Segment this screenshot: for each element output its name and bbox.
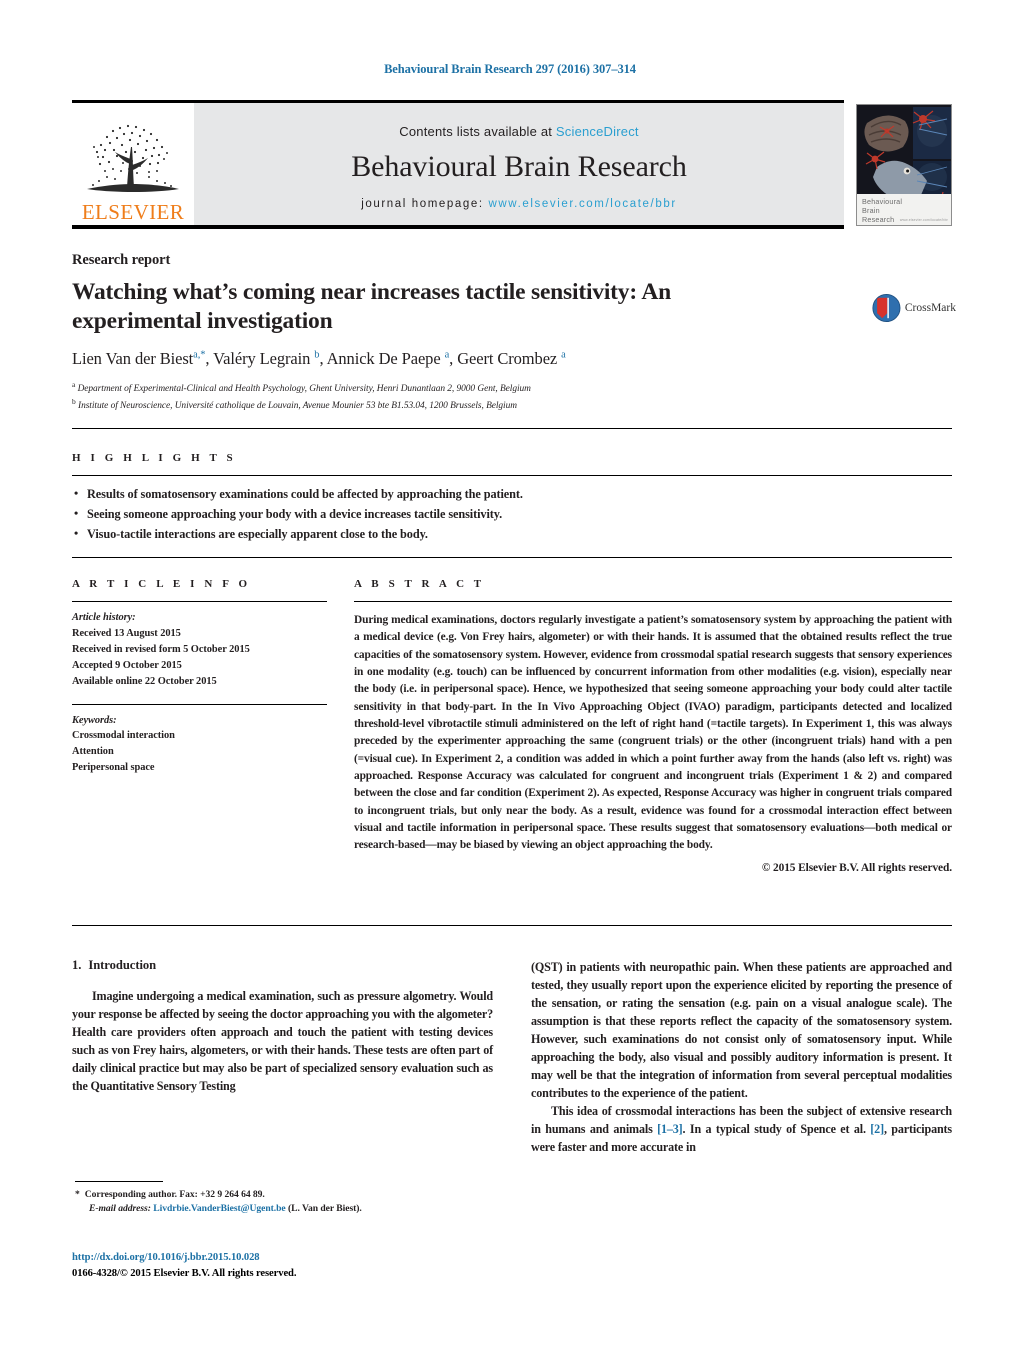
intro-left-text: Imagine undergoing a medical examination… (72, 987, 493, 1095)
article-info-label: A R T I C L E I N F O (72, 578, 251, 590)
highlights-section: H I G H L I G H T S Results of somatosen… (72, 452, 952, 545)
email-label: E-mail address: (89, 1203, 151, 1215)
article-header: Research report Watching what’s coming n… (72, 252, 952, 413)
keyword-item: Crossmodal interaction (72, 730, 175, 742)
email-line: E-mail address: Livdrbie.VanderBiest@Uge… (75, 1202, 505, 1216)
section-number: 1. (72, 958, 82, 972)
keyword-item: Attention (72, 746, 114, 758)
masthead-bottom-rule (72, 224, 844, 229)
keywords-label: Keywords: (72, 714, 117, 726)
elsevier-logo: ELSEVIER (72, 102, 194, 225)
masthead-center: Contents lists available at ScienceDirec… (194, 102, 844, 225)
article-type-kicker: Research report (72, 252, 171, 268)
article-info-rule (72, 601, 327, 602)
highlights-list: Results of somatosensory examinations co… (72, 484, 952, 545)
header-divider-rule (72, 428, 952, 429)
issn-copyright-line: 0166-4328/© 2015 Elsevier B.V. All right… (72, 1267, 297, 1279)
doi-link[interactable]: http://dx.doi.org/10.1016/j.bbr.2015.10.… (72, 1250, 532, 1266)
keywords-rule (72, 703, 327, 705)
paper-page: Behavioural Brain Research 297 (2016) 30… (0, 0, 1020, 1351)
corresponding-author-text: Corresponding author. Fax: +32 9 264 64 … (84, 1189, 265, 1200)
keywords-block: Keywords: Crossmodal interaction Attenti… (72, 713, 327, 777)
list-item: Visuo-tactile interactions are especiall… (72, 524, 952, 545)
body-column-left: 1. Introduction Imagine undergoing a medi… (72, 958, 493, 1156)
journal-title: Behavioural Brain Research (351, 149, 687, 183)
list-item: Seeing someone approaching your body wit… (72, 504, 952, 525)
cover-title-line2: Brain (862, 206, 880, 216)
email-suffix: (L. Van der Biest). (288, 1203, 362, 1215)
paragraph-text-b: . In a typical study of Spence et al. (682, 1122, 871, 1137)
highlights-label: H I G H L I G H T S (72, 452, 237, 464)
history-item: Accepted 9 October 2015 (72, 659, 182, 671)
crossmark-badge[interactable]: CrossMark (872, 286, 956, 330)
paragraph-with-refs: This idea of crossmodal interactions has… (531, 1102, 952, 1156)
footnote-rule (75, 1181, 163, 1183)
elsevier-wordmark: ELSEVIER (81, 199, 185, 224)
history-item: Available online 22 October 2015 (72, 675, 217, 687)
author-list: Lien Van der Biesta,*, Valéry Legrain b,… (72, 349, 566, 369)
abstract-rule (354, 601, 952, 602)
article-history-label: Article history: (72, 612, 136, 623)
article-body: 1. Introduction Imagine undergoing a medi… (72, 958, 952, 1156)
paragraph: (QST) in patients with neuropathic pain.… (531, 960, 952, 1101)
elsevier-tree-icon (79, 119, 187, 201)
body-column-right: (QST) in patients with neuropathic pain.… (531, 958, 952, 1156)
contents-prefix: Contents lists available at (399, 123, 556, 139)
email-link[interactable]: Livdrbie.VanderBiest@Ugent.be (153, 1203, 285, 1214)
running-head: Behavioural Brain Research 297 (2016) 30… (384, 62, 636, 76)
corresponding-author-marker: * (75, 1189, 80, 1200)
info-abstract-row: A R T I C L E I N F O Article history: R… (72, 578, 952, 874)
contents-available-line: Contents lists available at ScienceDirec… (399, 124, 638, 139)
cover-title-line1: Behavioural (862, 197, 903, 206)
affiliation-a-text: Department of Experimental-Clinical and … (77, 384, 531, 395)
article-history-block: Article history: Received 13 August 2015… (72, 610, 327, 690)
journal-homepage-line: journal homepage: www.elsevier.com/locat… (361, 198, 677, 210)
highlights-divider-rule (72, 557, 952, 558)
section-title: Introduction (88, 958, 157, 972)
journal-cover-thumbnail: Behavioural Brain Research www.elsevier.… (856, 104, 952, 226)
doi-block: http://dx.doi.org/10.1016/j.bbr.2015.10.… (72, 1250, 532, 1282)
sciencedirect-link[interactable]: ScienceDirect (556, 124, 639, 139)
keyword-item: Peripersonal space (72, 762, 155, 774)
abstract-paragraph: During medical examinations, doctors reg… (354, 614, 952, 852)
paragraph: Imagine undergoing a medical examination… (72, 989, 493, 1094)
abstract-divider-rule (72, 925, 952, 926)
footnote-block: * Corresponding author. Fax: +32 9 264 64… (75, 1188, 505, 1217)
affiliation-a: a Department of Experimental-Clinical an… (72, 380, 952, 396)
abstract-section: A B S T R A C T During medical examinati… (354, 578, 952, 874)
corresponding-author-line: * Corresponding author. Fax: +32 9 264 64… (75, 1188, 505, 1202)
affiliation-b: b Institute of Neuroscience, Université … (72, 397, 952, 413)
crossmark-badge-icon (872, 293, 901, 323)
affiliation-marker-b: b (72, 396, 76, 406)
article-info-section: A R T I C L E I N F O Article history: R… (72, 578, 327, 874)
section-heading-introduction: 1. Introduction (72, 958, 493, 973)
citation-link-2[interactable]: [2] (870, 1122, 884, 1136)
page-title: Watching what’s coming near increases ta… (72, 279, 671, 334)
cover-title-label: Behavioural Brain Research www.elsevier.… (857, 194, 951, 225)
cover-url-text: www.elsevier.com/locate/bbr (899, 217, 948, 222)
intro-right-text: (QST) in patients with neuropathic pain.… (531, 958, 952, 1156)
affiliation-b-text: Institute of Neuroscience, Université ca… (78, 400, 517, 411)
homepage-url-link[interactable]: www.elsevier.com/locate/bbr (488, 198, 676, 210)
highlights-rule (72, 475, 952, 476)
affiliation-marker-a: a (72, 380, 76, 390)
crossmark-label: CrossMark (904, 302, 956, 314)
history-item: Received in revised form 5 October 2015 (72, 643, 250, 655)
journal-masthead: ELSEVIER Contents lists available at Sci… (72, 100, 844, 229)
homepage-label: journal homepage: (361, 197, 484, 210)
affiliation-list: a Department of Experimental-Clinical an… (72, 380, 952, 413)
list-item: Results of somatosensory examinations co… (72, 484, 952, 505)
abstract-body: During medical examinations, doctors reg… (354, 612, 952, 855)
citation-link-1[interactable]: [1–3] (657, 1122, 683, 1136)
history-item: Received 13 August 2015 (72, 627, 181, 639)
abstract-copyright: © 2015 Elsevier B.V. All rights reserved… (761, 861, 952, 874)
abstract-label: A B S T R A C T (354, 578, 485, 590)
